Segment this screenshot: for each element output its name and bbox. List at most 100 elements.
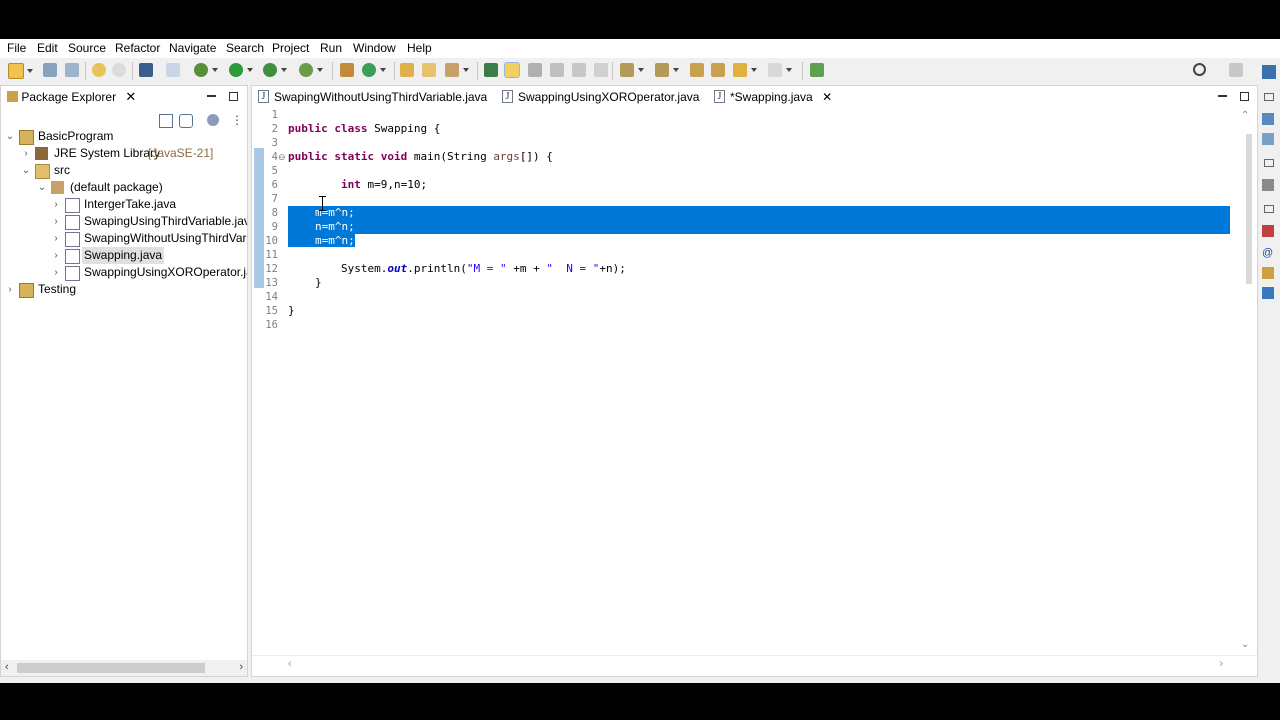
chevron-right-icon[interactable]: › [51, 213, 61, 230]
toggle-mark-occurrences-icon[interactable] [484, 63, 498, 77]
link-with-editor-icon[interactable] [179, 114, 193, 128]
tree-item-java-file[interactable]: › SwappingUsingXOROperator.java [1, 264, 247, 281]
last-edit-location-icon[interactable] [690, 63, 704, 77]
declaration-icon[interactable] [1262, 267, 1274, 279]
chevron-right-icon[interactable]: › [21, 145, 31, 162]
show-whitespace-icon[interactable] [550, 63, 564, 77]
java-file-icon: J [714, 90, 725, 103]
java-perspective-icon[interactable] [1262, 65, 1276, 79]
close-icon[interactable]: ✕ [822, 90, 832, 104]
package-explorer-tab[interactable]: Package Explorer ✕ [1, 86, 143, 108]
word-wrap-icon[interactable] [572, 63, 586, 77]
restore-icon[interactable] [1264, 93, 1274, 101]
console-icon[interactable] [1262, 179, 1274, 191]
menu-help[interactable]: Help [407, 41, 432, 55]
tree-item-jre-library[interactable]: › JRE System Library [JavaSE-21] [1, 145, 247, 162]
tree-item-basicprogram[interactable]: ⌄ BasicProgram [1, 128, 247, 145]
menu-source[interactable]: Source [68, 41, 106, 55]
menu-refactor[interactable]: Refactor [115, 41, 160, 55]
editor-horizontal-scrollbar[interactable]: ‹ › [252, 655, 1257, 676]
scroll-right-icon[interactable]: › [239, 661, 243, 673]
scroll-down-icon[interactable]: ⌄ [1241, 639, 1249, 650]
new-java-project-icon[interactable] [340, 63, 354, 77]
next-annotation-icon[interactable] [620, 63, 644, 77]
coverage-icon[interactable] [263, 63, 287, 77]
previous-annotation-icon[interactable] [655, 63, 679, 77]
redo-icon[interactable] [112, 63, 126, 77]
tree-item-src[interactable]: ⌄ src [1, 162, 247, 179]
new-icon[interactable] [8, 63, 33, 79]
open-type-icon[interactable] [400, 63, 414, 77]
toggle-highlight-icon[interactable] [504, 62, 520, 78]
paragraph-icon[interactable] [594, 63, 608, 77]
maximize-icon[interactable] [1240, 92, 1249, 101]
menu-edit[interactable]: Edit [37, 41, 58, 55]
undo-icon[interactable] [92, 63, 106, 77]
minimize-icon[interactable] [207, 92, 216, 97]
filters-icon[interactable] [207, 114, 219, 126]
menu-project[interactable]: Project [272, 41, 309, 55]
terminal-icon[interactable] [139, 63, 153, 77]
progress-icon[interactable] [1262, 287, 1274, 299]
scrollbar-thumb[interactable] [17, 663, 205, 673]
editor-tab[interactable]: J SwappingUsingXOROperator.java [496, 86, 707, 108]
menu-window[interactable]: Window [353, 41, 396, 55]
scroll-up-icon[interactable]: ⌃ [1241, 110, 1249, 121]
restore-icon[interactable] [1264, 205, 1274, 213]
collapse-all-icon[interactable] [159, 114, 173, 128]
tree-item-java-file-selected[interactable]: › Swapping.java [1, 247, 247, 264]
vertical-scrollbar[interactable]: ⌃ ⌄ [1235, 108, 1257, 656]
tree-item-java-file[interactable]: › SwapingWithoutUsingThirdVariab [1, 230, 247, 247]
scroll-left-icon[interactable]: ‹ [288, 658, 292, 670]
hierarchy-icon[interactable] [1262, 133, 1274, 145]
chevron-down-icon[interactable]: ⌄ [37, 179, 47, 196]
open-folder-icon[interactable] [422, 63, 436, 77]
menu-search[interactable]: Search [226, 41, 264, 55]
problems-icon[interactable] [1262, 225, 1274, 237]
restore-icon[interactable] [1264, 159, 1274, 167]
tree-item-java-file[interactable]: › SwapingUsingThirdVariable.java [1, 213, 247, 230]
skip-breakpoints-icon[interactable] [166, 63, 180, 77]
menu-file[interactable]: File [7, 41, 26, 55]
chevron-right-icon[interactable]: › [51, 264, 61, 281]
chevron-down-icon[interactable]: ⌄ [21, 162, 31, 179]
editor-tab[interactable]: J SwapingWithoutUsingThirdVariable.java [252, 86, 495, 108]
fold-icon[interactable]: ⊖ [278, 150, 286, 164]
save-all-icon[interactable] [65, 63, 79, 77]
forward-history-icon[interactable] [711, 63, 725, 77]
forward-icon[interactable] [768, 63, 792, 77]
close-icon[interactable]: ✕ [125, 89, 136, 104]
save-icon[interactable] [43, 63, 57, 77]
debug-icon[interactable] [194, 63, 218, 77]
maximize-icon[interactable] [229, 92, 238, 101]
pin-editor-icon[interactable] [810, 63, 824, 77]
scroll-left-icon[interactable]: ‹ [5, 661, 9, 673]
tree-item-default-package[interactable]: ⌄ (default package) [1, 179, 247, 196]
tree-item-java-file[interactable]: › IntergerTake.java [1, 196, 247, 213]
scroll-right-icon[interactable]: › [1219, 658, 1223, 670]
chevron-right-icon[interactable]: › [51, 196, 61, 213]
editor-tab-active[interactable]: J *Swapping.java ✕ [708, 86, 841, 110]
view-menu-icon[interactable]: ⋮ [231, 114, 243, 126]
block-selection-icon[interactable] [528, 63, 542, 77]
search-icon[interactable] [1193, 63, 1206, 76]
search-tool-icon[interactable] [445, 63, 469, 77]
menu-run[interactable]: Run [320, 41, 342, 55]
menu-navigate[interactable]: Navigate [169, 41, 216, 55]
minimize-icon[interactable] [1218, 92, 1227, 97]
chevron-right-icon[interactable]: › [51, 247, 61, 264]
chevron-right-icon[interactable]: › [5, 281, 15, 298]
scrollbar-thumb[interactable] [1246, 134, 1252, 284]
external-tools-icon[interactable] [299, 63, 323, 77]
run-icon[interactable] [229, 63, 253, 77]
code-editor[interactable]: 1 2 3 4 ⊖ 5 6 7 8 9 10 11 12 13 14 15 16 [252, 108, 1257, 656]
outline-icon[interactable] [1262, 113, 1274, 125]
chevron-down-icon[interactable]: ⌄ [5, 128, 15, 145]
chevron-right-icon[interactable]: › [51, 230, 61, 247]
javadoc-icon[interactable]: @ [1262, 247, 1274, 259]
open-perspective-icon[interactable] [1229, 63, 1243, 77]
new-class-icon[interactable] [362, 63, 386, 77]
back-icon[interactable] [733, 63, 757, 77]
tree-item-testing[interactable]: › Testing [1, 281, 247, 298]
horizontal-scrollbar[interactable]: ‹ › [1, 660, 247, 676]
